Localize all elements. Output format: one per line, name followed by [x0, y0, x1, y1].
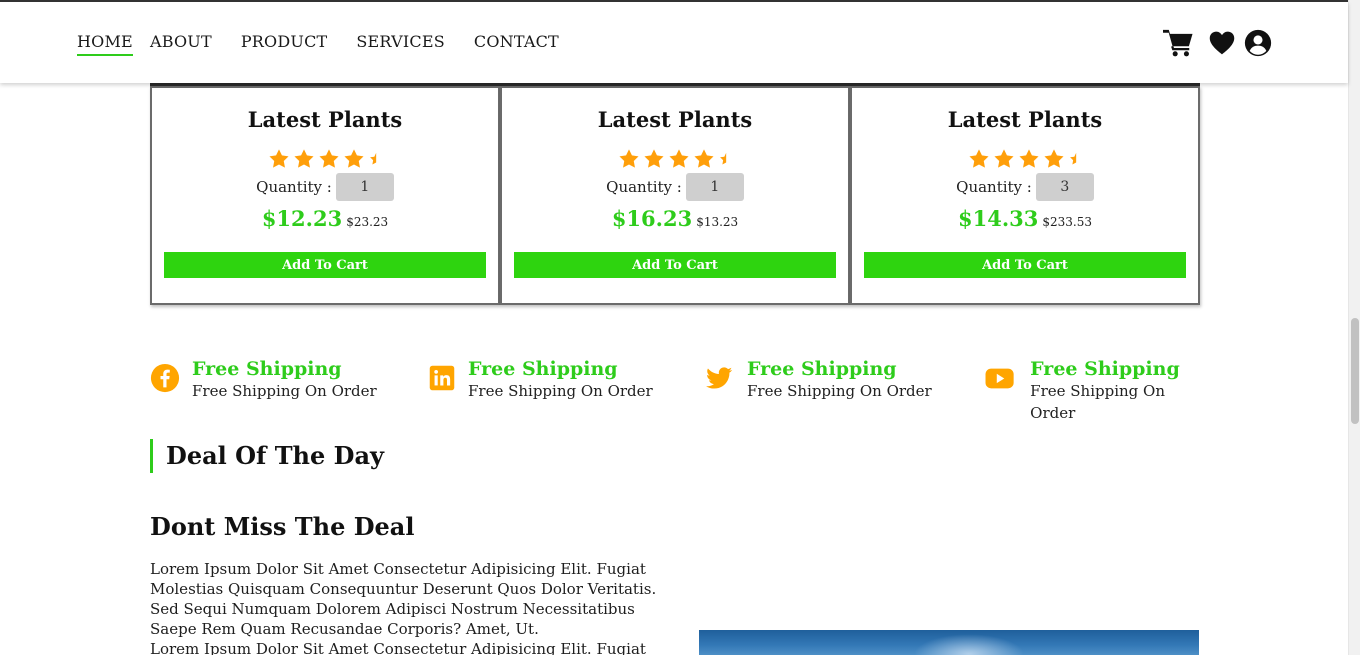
site-header: HOME ABOUT PRODUCT SERVICES CONTACT — [0, 2, 1348, 83]
quantity-input[interactable]: 1 — [335, 173, 394, 201]
add-to-cart-button[interactable]: Add To Cart — [864, 252, 1186, 278]
deal-paragraph: Lorem Ipsum Dolor Sit Amet Consectetur A… — [150, 560, 657, 638]
feature-subtitle: Free Shipping On Order — [1030, 382, 1165, 422]
star-icon — [1044, 149, 1064, 168]
nav-about[interactable]: ABOUT — [150, 32, 212, 51]
old-price: $233.53 — [1042, 215, 1092, 229]
heart-icon[interactable] — [1208, 29, 1236, 57]
facebook-icon[interactable] — [150, 363, 180, 393]
nav-product[interactable]: PRODUCT — [241, 32, 328, 51]
deal-description: Lorem Ipsum Dolor Sit Amet Consectetur A… — [150, 559, 670, 655]
star-icon — [269, 149, 289, 168]
quantity-label: Quantity : — [956, 178, 1032, 196]
deal-image — [699, 630, 1199, 655]
sky-glow — [914, 634, 1024, 655]
feature-title: Free Shipping — [192, 358, 342, 380]
feature-subtitle: Free Shipping On Order — [747, 382, 932, 400]
quantity-row: Quantity : 1 — [502, 173, 848, 201]
star-icon — [994, 149, 1014, 168]
half-star-icon — [720, 152, 727, 165]
current-price: $16.23 — [611, 206, 693, 231]
star-rating — [852, 148, 1198, 170]
star-icon — [319, 149, 339, 168]
star-icon — [694, 149, 714, 168]
feature-item: Free Shipping Free Shipping On Order — [428, 358, 653, 402]
star-icon — [344, 149, 364, 168]
star-icon — [1019, 149, 1039, 168]
features-row: Free Shipping Free Shipping On Order Fre… — [150, 358, 1210, 422]
quantity-label: Quantity : — [256, 178, 332, 196]
user-circle-icon[interactable] — [1244, 29, 1272, 57]
feature-subtitle: Free Shipping On Order — [192, 382, 377, 400]
product-title: Latest Plants — [247, 107, 403, 132]
quantity-row: Quantity : 1 — [152, 173, 498, 201]
section-heading: Deal Of The Day — [150, 439, 384, 473]
star-icon — [969, 149, 989, 168]
star-rating — [152, 148, 498, 170]
page-scrollbar[interactable] — [1348, 0, 1360, 655]
feature-subtitle: Free Shipping On Order — [468, 382, 653, 400]
product-title: Latest Plants — [597, 107, 753, 132]
main-nav: HOME ABOUT PRODUCT SERVICES CONTACT — [77, 32, 559, 56]
add-to-cart-button[interactable]: Add To Cart — [164, 252, 486, 278]
feature-item: Free Shipping Free Shipping On Order — [704, 358, 932, 402]
header-icons — [1162, 28, 1272, 58]
half-star-icon — [370, 152, 377, 165]
nav-home[interactable]: HOME — [77, 32, 133, 56]
star-rating — [502, 148, 848, 170]
quantity-row: Quantity : 3 — [852, 173, 1198, 201]
add-to-cart-button[interactable]: Add To Cart — [514, 252, 836, 278]
linkedin-icon[interactable] — [428, 363, 456, 393]
scrollbar-thumb[interactable] — [1351, 318, 1359, 424]
star-icon — [619, 149, 639, 168]
price-row: $14.33 $233.53 — [852, 206, 1198, 231]
old-price: $23.23 — [346, 215, 389, 229]
product-card: Latest Plants Quantity : 1 $12.23 $23.23… — [150, 86, 500, 305]
product-card: Latest Plants Quantity : 3 $14.33 $233.5… — [850, 86, 1200, 305]
nav-contact[interactable]: CONTACT — [474, 32, 559, 51]
cart-icon[interactable] — [1162, 28, 1194, 58]
twitter-icon[interactable] — [704, 363, 734, 393]
price-row: $12.23 $23.23 — [152, 206, 498, 231]
star-icon — [669, 149, 689, 168]
feature-title: Free Shipping — [747, 358, 897, 380]
star-icon — [294, 149, 314, 168]
current-price: $14.33 — [958, 206, 1039, 231]
product-card: Latest Plants Quantity : 1 $16.23 $13.23… — [500, 86, 850, 305]
nav-services[interactable]: SERVICES — [356, 32, 444, 51]
deal-title: Dont Miss The Deal — [150, 512, 415, 541]
feature-item: Free Shipping Free Shipping On Order — [984, 358, 1210, 424]
current-price: $12.23 — [261, 206, 343, 231]
quantity-input[interactable]: 3 — [1035, 173, 1094, 201]
deal-paragraph: Lorem Ipsum Dolor Sit Amet Consectetur A… — [150, 640, 646, 655]
star-icon — [644, 149, 664, 168]
feature-title: Free Shipping — [1030, 358, 1180, 380]
price-row: $16.23 $13.23 — [502, 206, 848, 231]
quantity-label: Quantity : — [606, 178, 682, 196]
feature-item: Free Shipping Free Shipping On Order — [150, 358, 377, 402]
half-star-icon — [1070, 152, 1077, 165]
old-price: $13.23 — [696, 215, 739, 229]
quantity-input[interactable]: 1 — [685, 173, 744, 201]
product-cards: Latest Plants Quantity : 1 $12.23 $23.23… — [150, 86, 1200, 306]
product-title: Latest Plants — [947, 107, 1103, 132]
feature-title: Free Shipping — [468, 358, 618, 380]
youtube-icon[interactable] — [984, 363, 1015, 393]
